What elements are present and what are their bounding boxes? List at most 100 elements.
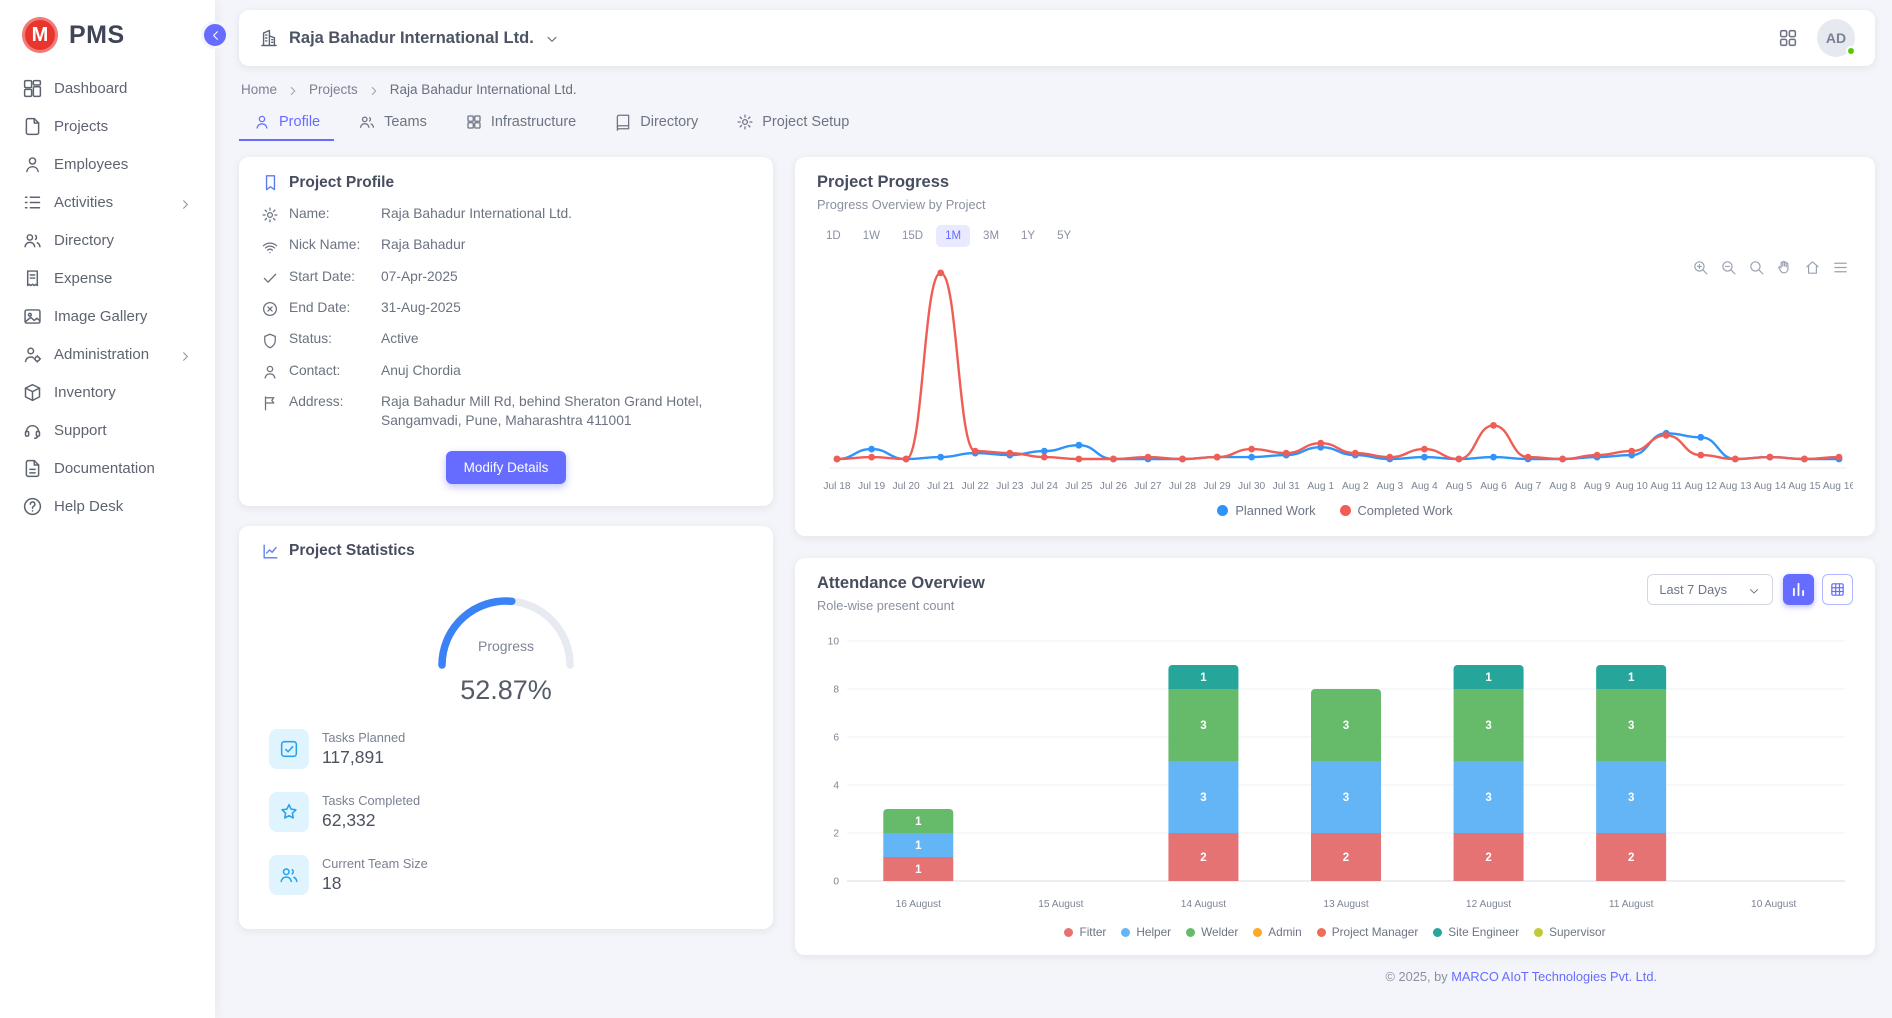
stat-label: Tasks Planned <box>322 730 405 745</box>
sidebar-item-directory[interactable]: Directory <box>10 223 205 258</box>
sidebar-item-projects[interactable]: Projects <box>10 109 205 144</box>
tab-infrastructure[interactable]: Infrastructure <box>451 103 590 141</box>
svg-text:Aug 6: Aug 6 <box>1480 481 1507 492</box>
sidebar-item-documentation[interactable]: Documentation <box>10 451 205 486</box>
pan-button[interactable] <box>1776 259 1793 276</box>
check-square-icon <box>278 738 300 760</box>
sidebar-item-activities[interactable]: Activities <box>10 185 205 220</box>
menu-button[interactable] <box>1832 259 1849 276</box>
home-button[interactable] <box>1804 259 1821 276</box>
legend-welder[interactable]: Welder <box>1186 925 1238 939</box>
svg-text:Aug 9: Aug 9 <box>1584 481 1611 492</box>
sidebar-item-inventory[interactable]: Inventory <box>10 375 205 410</box>
chevron-right-icon <box>286 84 300 98</box>
tab-profile[interactable]: Profile <box>239 103 334 141</box>
sidebar-item-image-gallery[interactable]: Image Gallery <box>10 299 205 334</box>
zoom-out-button[interactable] <box>1720 259 1737 276</box>
progress-card-subtitle: Progress Overview by Project <box>817 197 1853 212</box>
attendance-bar-chart[interactable]: 024681011116 August15 August233114 Augus… <box>817 625 1853 925</box>
legend-fitter[interactable]: Fitter <box>1064 925 1106 939</box>
directory-icon <box>22 230 43 251</box>
sidebar-item-dashboard[interactable]: Dashboard <box>10 71 205 106</box>
svg-text:Jul 23: Jul 23 <box>996 481 1024 492</box>
range-5y-button[interactable]: 5Y <box>1048 225 1080 247</box>
person-icon <box>261 363 279 381</box>
svg-text:2: 2 <box>833 829 839 840</box>
range-1w-button[interactable]: 1W <box>854 225 889 247</box>
range-selector: 1D1W15D1M3M1Y5Y <box>817 225 1853 247</box>
svg-text:3: 3 <box>1343 720 1349 732</box>
employees-icon <box>22 154 43 175</box>
range-3m-button[interactable]: 3M <box>974 225 1008 247</box>
left-column: Project Profile Name: Raja Bahadur Inter… <box>239 157 773 929</box>
legend-helper[interactable]: Helper <box>1121 925 1171 939</box>
svg-text:Aug 4: Aug 4 <box>1411 481 1438 492</box>
sidebar-item-employees[interactable]: Employees <box>10 147 205 182</box>
bar-view-button[interactable] <box>1783 574 1814 605</box>
legend-completed-work[interactable]: Completed Work <box>1340 503 1453 518</box>
tab-label: Profile <box>279 114 320 130</box>
tab-teams[interactable]: Teams <box>344 103 441 141</box>
date-range-select[interactable]: Last 7 Days <box>1647 574 1773 605</box>
admin-icon <box>22 344 43 365</box>
footer-company-link[interactable]: MARCO AIoT Technologies Pvt. Ltd. <box>1451 969 1657 984</box>
table-view-button[interactable] <box>1822 574 1853 605</box>
range-15d-button[interactable]: 15D <box>893 225 932 247</box>
legend-site-engineer[interactable]: Site Engineer <box>1433 925 1519 939</box>
apps-grid-button[interactable] <box>1777 27 1799 49</box>
sidebar-item-help-desk[interactable]: Help Desk <box>10 489 205 524</box>
field-value: 31-Aug-2025 <box>381 298 751 317</box>
range-1m-button[interactable]: 1M <box>936 225 970 247</box>
range-1d-button[interactable]: 1D <box>817 225 850 247</box>
company-selector[interactable]: Raja Bahadur International Ltd. <box>259 28 560 48</box>
tab-project-setup[interactable]: Project Setup <box>722 103 863 141</box>
stat-tasks-planned: Tasks Planned 117,891 <box>261 729 751 769</box>
tab-label: Teams <box>384 114 427 130</box>
breadcrumb-item-projects[interactable]: Projects <box>309 82 358 97</box>
search-button[interactable] <box>1748 259 1765 276</box>
zoom-in-button[interactable] <box>1692 259 1709 276</box>
svg-text:Jul 19: Jul 19 <box>858 481 886 492</box>
range-1y-button[interactable]: 1Y <box>1012 225 1044 247</box>
footer-text: © 2025, by <box>1386 969 1452 984</box>
chevron-right-icon <box>178 197 193 212</box>
svg-text:Aug 3: Aug 3 <box>1376 481 1403 492</box>
svg-text:15 August: 15 August <box>1038 899 1083 910</box>
modify-details-button[interactable]: Modify Details <box>446 451 567 484</box>
svg-text:Jul 28: Jul 28 <box>1169 481 1197 492</box>
svg-text:12 August: 12 August <box>1466 899 1511 910</box>
progress-line-chart[interactable]: Jul 18Jul 19Jul 20Jul 21Jul 22Jul 23Jul … <box>817 251 1853 503</box>
attendance-card-subtitle: Role-wise present count <box>817 598 985 613</box>
svg-text:Jul 18: Jul 18 <box>823 481 851 492</box>
svg-text:3: 3 <box>1343 792 1349 804</box>
svg-text:2: 2 <box>1200 852 1206 864</box>
profile-field-status: Status: Active <box>261 329 751 348</box>
sidebar-item-administration[interactable]: Administration <box>10 337 205 372</box>
chevron-left-icon <box>208 28 223 43</box>
svg-text:3: 3 <box>1200 792 1206 804</box>
app-logo[interactable]: M PMS <box>0 0 215 67</box>
legend-planned-work[interactable]: Planned Work <box>1217 503 1315 518</box>
svg-text:10 August: 10 August <box>1751 899 1796 910</box>
sidebar-item-label: Image Gallery <box>54 308 147 325</box>
team-icon <box>358 113 376 131</box>
chevron-down-icon <box>1747 584 1761 598</box>
sidebar-item-label: Administration <box>54 346 149 363</box>
user-avatar[interactable]: AD <box>1817 19 1855 57</box>
breadcrumb-item-home[interactable]: Home <box>241 82 277 97</box>
legend-supervisor[interactable]: Supervisor <box>1534 925 1605 939</box>
check-icon <box>261 269 279 287</box>
svg-text:6: 6 <box>833 733 839 744</box>
gear-icon <box>261 206 279 224</box>
sidebar-collapse-button[interactable] <box>201 21 229 49</box>
legend-admin[interactable]: Admin <box>1253 925 1301 939</box>
legend-project-manager[interactable]: Project Manager <box>1317 925 1419 939</box>
logo-m-icon: M <box>22 17 58 53</box>
bar-chart-icon <box>1790 581 1807 598</box>
tab-directory[interactable]: Directory <box>600 103 712 141</box>
sidebar-item-expense[interactable]: Expense <box>10 261 205 296</box>
profile-field-name: Name: Raja Bahadur International Ltd. <box>261 204 751 223</box>
sidebar-item-support[interactable]: Support <box>10 413 205 448</box>
svg-text:3: 3 <box>1485 720 1491 732</box>
profile-card-header: Project Profile <box>261 173 751 192</box>
